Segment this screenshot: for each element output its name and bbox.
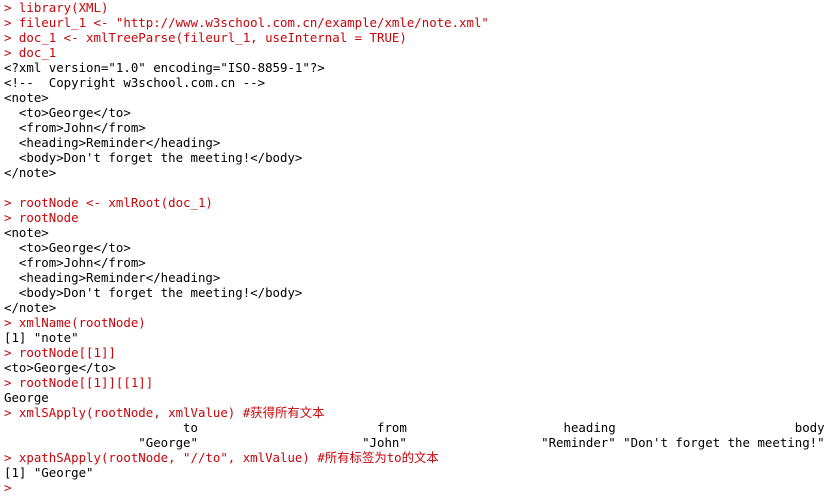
console-input-line: > doc_1 <- xmlTreeParse(fileurl_1, useIn… bbox=[4, 30, 407, 45]
console-input-line: > xpathSApply(rootNode, "//to", xmlValue… bbox=[4, 450, 439, 465]
console-output-line: [1] "George" bbox=[4, 465, 94, 480]
console-input-line: > doc_1 bbox=[4, 45, 57, 60]
console-output-line: <to>George</to> bbox=[4, 105, 131, 120]
console-output-line: </note> bbox=[4, 165, 57, 180]
console-input-line: > fileurl_1 <- "http://www.w3school.com.… bbox=[4, 15, 489, 30]
console-prompt[interactable]: > bbox=[4, 480, 835, 495]
console-input-line: > library(XML) bbox=[4, 0, 109, 15]
console-output-line: <body>Don't forget the meeting!</body> bbox=[4, 285, 303, 300]
console-input-line: > rootNode[[1]] bbox=[4, 345, 116, 360]
console-input-line: > rootNode[[1]][[1]] bbox=[4, 375, 154, 390]
console-output-line: <to>George</to> bbox=[4, 240, 131, 255]
console-input-line: > xmlName(rootNode) bbox=[4, 315, 146, 330]
console-output-line: </note> bbox=[4, 300, 57, 315]
console-output-line: <from>John</from> bbox=[4, 255, 146, 270]
console-output-line: <note> bbox=[4, 225, 49, 240]
console-output-line: "George" "John" "Reminder" "Don't forget… bbox=[4, 435, 825, 450]
r-console[interactable]: > library(XML) > fileurl_1 <- "http://ww… bbox=[4, 0, 835, 498]
console-output-line: <heading>Reminder</heading> bbox=[4, 135, 221, 150]
console-output-line: <from>John</from> bbox=[4, 120, 146, 135]
console-output-line: <to>George</to> bbox=[4, 360, 116, 375]
console-output-line: <note> bbox=[4, 90, 49, 105]
console-output-line: <?xml version="1.0" encoding="ISO-8859-1… bbox=[4, 60, 325, 75]
console-output-line: <!-- Copyright w3school.com.cn --> bbox=[4, 75, 266, 90]
console-input-line: > xmlSApply(rootNode, xmlValue) #获得所有文本 bbox=[4, 405, 325, 420]
console-input-line: > rootNode bbox=[4, 210, 79, 225]
console-output-line: to from heading body bbox=[4, 420, 825, 435]
console-output-line: <body>Don't forget the meeting!</body> bbox=[4, 150, 303, 165]
console-output-line: <heading>Reminder</heading> bbox=[4, 270, 221, 285]
console-output-line: George bbox=[4, 390, 49, 405]
console-input-line: > rootNode <- xmlRoot(doc_1) bbox=[4, 195, 213, 210]
console-output-line: [1] "note" bbox=[4, 330, 79, 345]
